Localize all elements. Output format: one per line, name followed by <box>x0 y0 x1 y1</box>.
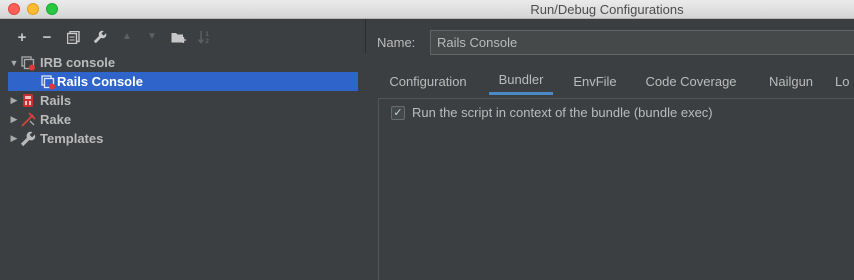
folder-icon <box>171 32 186 43</box>
tree-item-label: Rake <box>40 112 72 127</box>
tab-logs[interactable]: Lo <box>835 67 854 95</box>
name-input[interactable] <box>430 30 854 55</box>
tab-bundler[interactable]: Bundler <box>489 67 553 95</box>
configurations-toolbar: + − ▲ ▼ 1 2 <box>0 19 366 53</box>
tab-envfile[interactable]: EnvFile <box>566 67 624 95</box>
collapsed-arrow-icon[interactable]: ▶ <box>8 95 20 106</box>
expanded-arrow-icon[interactable]: ▼ <box>8 58 20 68</box>
bundle-exec-label: Run the script in context of the bundle … <box>412 105 713 120</box>
arrow-down-icon: ▼ <box>147 31 157 42</box>
configuration-editor: Name: Configuration Bundler EnvFile Code… <box>366 19 854 280</box>
sort-button[interactable]: 1 2 <box>196 29 212 45</box>
minus-icon: − <box>42 28 52 46</box>
configuration-tabs: Configuration Bundler EnvFile Code Cover… <box>380 67 854 95</box>
tree-item-label: Rails <box>40 93 72 108</box>
tab-code-coverage[interactable]: Code Coverage <box>636 67 746 95</box>
bundle-exec-checkbox[interactable]: ✓ <box>391 105 405 120</box>
move-down-button[interactable]: ▼ <box>144 29 160 45</box>
move-up-button[interactable]: ▲ <box>119 29 135 45</box>
tree-item-templates[interactable]: ▶ Templates <box>8 129 358 148</box>
configurations-panel: + − ▲ ▼ 1 2 ▼ IRB console Rails Console … <box>0 19 366 280</box>
tree-item-rails-console[interactable]: Rails Console <box>8 72 358 91</box>
collapsed-arrow-icon[interactable]: ▶ <box>8 133 20 144</box>
tree-item-rails[interactable]: ▶ Rails <box>8 91 358 110</box>
svg-text:1: 1 <box>205 31 209 38</box>
checkmark-icon: ✓ <box>393 107 403 119</box>
bundler-tab-content: ✓ Run the script in context of the bundl… <box>378 98 854 280</box>
edit-defaults-button[interactable] <box>92 29 108 45</box>
irb-console-icon <box>40 74 56 90</box>
title-bar: Run/Debug Configurations <box>0 0 854 19</box>
tree-item-label: IRB console <box>40 55 116 70</box>
bundle-exec-option[interactable]: ✓ Run the script in context of the bundl… <box>391 105 713 120</box>
plus-icon: + <box>17 28 27 46</box>
irb-console-icon <box>20 55 36 71</box>
copy-configuration-button[interactable] <box>65 29 81 45</box>
tree-item-label: Templates <box>40 131 104 146</box>
add-configuration-button[interactable]: + <box>14 29 30 45</box>
tree-item-rake[interactable]: ▶ Rake <box>8 110 358 129</box>
copy-icon <box>66 30 80 44</box>
tab-nailgun[interactable]: Nailgun <box>758 67 824 95</box>
wrench-icon <box>20 131 36 147</box>
name-label: Name: <box>377 35 416 50</box>
window-title: Run/Debug Configurations <box>530 2 684 17</box>
configurations-tree: ▼ IRB console Rails Console ▶ Rails ▶ Ra… <box>8 53 366 280</box>
tree-item-label: Rails Console <box>57 74 143 89</box>
arrow-up-icon: ▲ <box>122 31 132 42</box>
rails-icon <box>20 93 36 109</box>
wrench-icon <box>93 30 107 44</box>
sort-alphabetically-icon: 1 2 <box>197 31 209 44</box>
rake-icon <box>20 111 36 128</box>
remove-configuration-button[interactable]: − <box>39 29 55 45</box>
svg-text:2: 2 <box>205 38 209 44</box>
new-folder-button[interactable] <box>170 29 186 45</box>
tree-item-irb-console[interactable]: ▼ IRB console <box>8 53 358 72</box>
collapsed-arrow-icon[interactable]: ▶ <box>8 114 20 125</box>
tab-configuration[interactable]: Configuration <box>380 67 476 95</box>
